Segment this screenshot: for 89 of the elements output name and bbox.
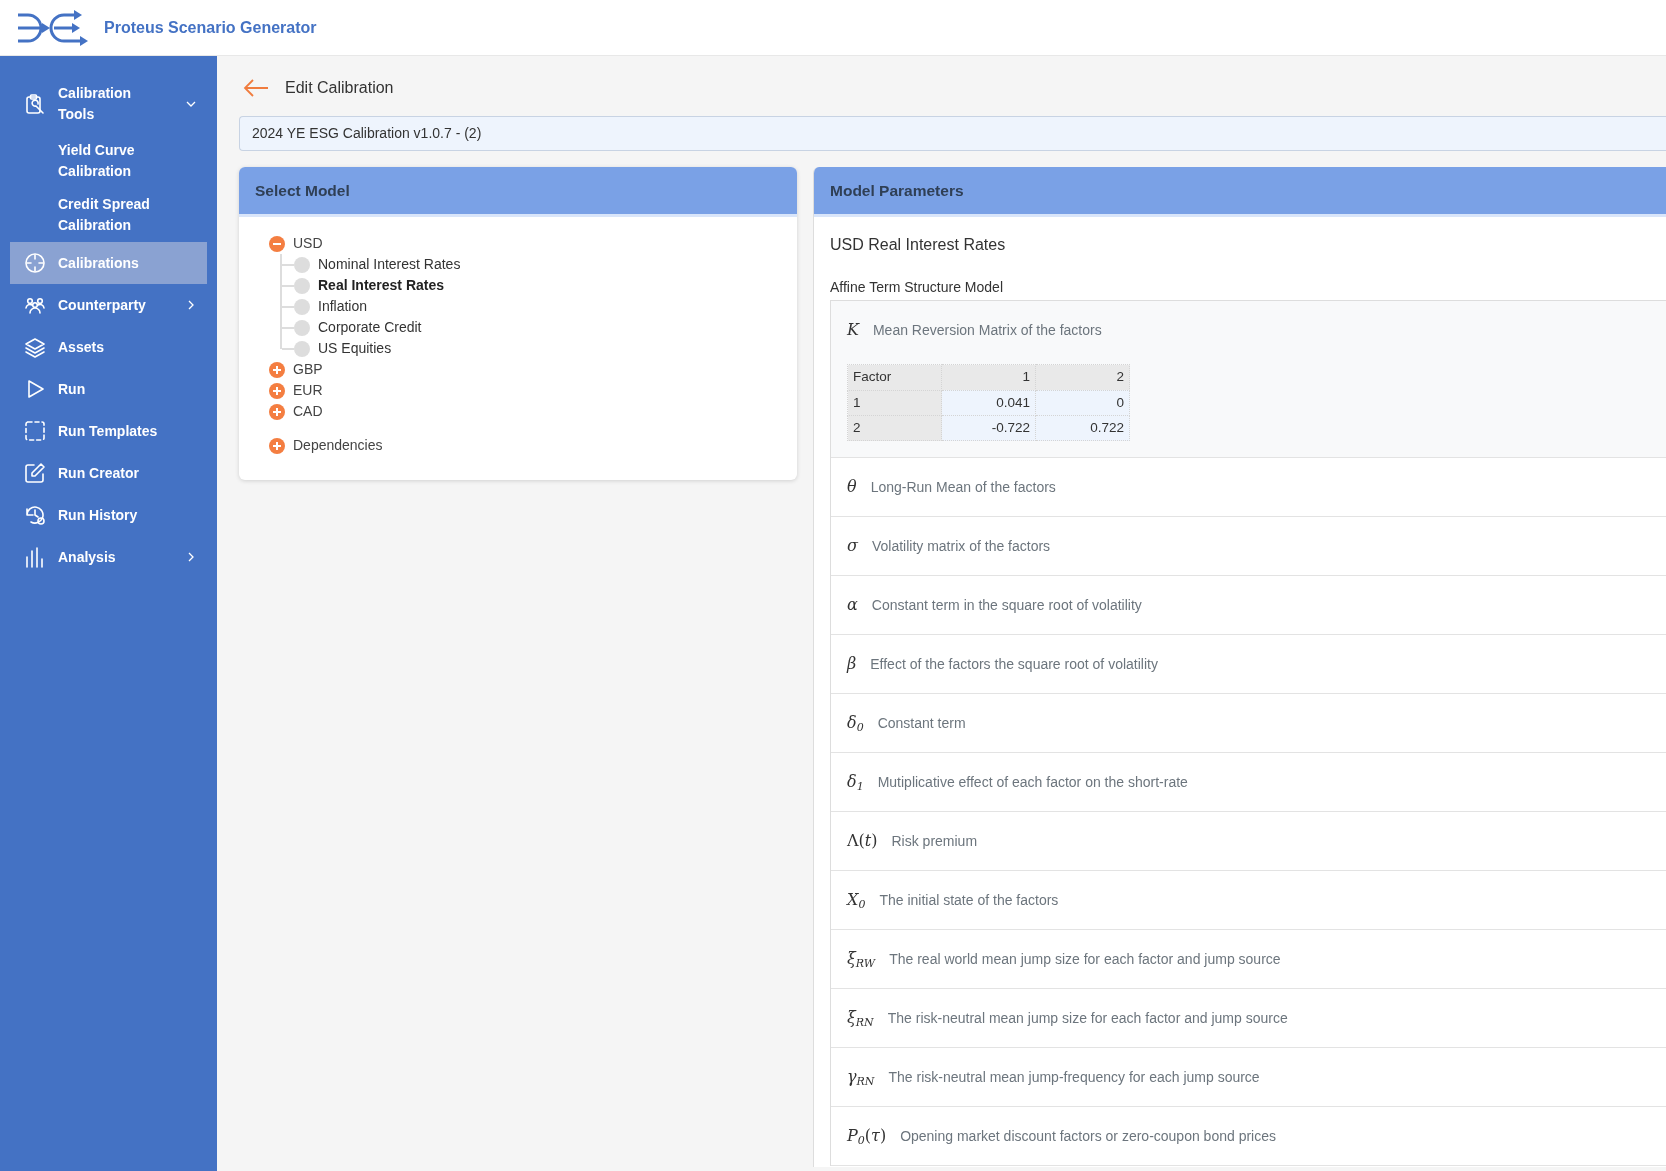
parameter-symbol: ξ$_{RW}$ bbox=[847, 948, 876, 971]
app-title: Proteus Scenario Generator bbox=[104, 17, 317, 38]
sidebar-item[interactable]: Counterparty bbox=[10, 284, 207, 326]
tree-node-label[interactable]: CAD bbox=[293, 401, 323, 423]
calibration-name-field[interactable]: 2024 YE ESG Calibration v1.0.7 - (2) bbox=[239, 116, 1666, 151]
parameter-symbol: θ bbox=[847, 476, 857, 498]
parameter-row[interactable]: θ Long-Run Mean of the factors bbox=[831, 458, 1666, 517]
panel-title: Model Parameters bbox=[814, 167, 1666, 218]
parameter-symbol: δ$_{0}$ bbox=[847, 712, 864, 735]
expand-icon[interactable] bbox=[269, 403, 285, 420]
parameter-symbol: α bbox=[847, 594, 858, 616]
model-name: USD Real Interest Rates bbox=[830, 235, 1007, 256]
tree-node-label[interactable]: Dependencies bbox=[293, 435, 383, 457]
parameter-description: Effect of the factors the square root of volatility bbox=[870, 655, 1158, 674]
parameter-description: Volatility matrix of the factors bbox=[871, 537, 1051, 556]
back-arrow-icon[interactable] bbox=[243, 78, 269, 98]
table-cell: -0.722 bbox=[941, 415, 1036, 441]
parameter-row[interactable]: α Constant term in the square root of volatility bbox=[831, 576, 1666, 635]
parameter-row[interactable]: β Effect of the factors the square root of volatility bbox=[831, 635, 1666, 694]
parameter-row[interactable]: K Mean Reversion Matrix of the factors Factor 1 2 1 0.041 0 2 -0.722 0.722 bbox=[831, 301, 1666, 458]
tree-leaf[interactable]: Real Interest Rates bbox=[318, 275, 445, 297]
parameter-description: Risk premium bbox=[891, 832, 978, 851]
parameter-description: The risk-neutral mean jump-frequency for each jump source bbox=[888, 1068, 1260, 1087]
parameter-description: Constant term in the square root of volatility bbox=[871, 596, 1142, 615]
tree-leaf[interactable]: Corporate Credit bbox=[318, 317, 422, 339]
panel-title: Select Model bbox=[239, 167, 797, 218]
tree-node-label[interactable]: USD bbox=[293, 233, 323, 255]
parameter-description: The real world mean jump size for each factor and jump source bbox=[889, 950, 1281, 969]
table-header: 1 bbox=[941, 364, 1036, 390]
sidebar-item[interactable]: Run bbox=[10, 368, 207, 410]
parameter-row[interactable]: δ$_{0}$ Constant term bbox=[831, 694, 1666, 753]
parameter-row[interactable]: X$_{0}$ The initial state of the factors bbox=[831, 871, 1666, 930]
table-header: Factor bbox=[847, 364, 942, 390]
sidebar-item[interactable]: Run Templates bbox=[10, 410, 207, 452]
sidebar-item[interactable]: Run Creator bbox=[10, 452, 207, 494]
parameter-row[interactable]: δ$_{1}$ Mutiplicative effect of each factor on the short-rate bbox=[831, 753, 1666, 812]
model-type: Affine Term Structure Model bbox=[830, 278, 1004, 298]
parameter-row[interactable]: ξ$_{RN}$ The risk-neutral mean jump size for each factor and jump source bbox=[831, 989, 1666, 1048]
parameter-symbol: γ$_{RN}$ bbox=[847, 1066, 875, 1089]
parameter-description: Mean Reversion Matrix of the factors bbox=[872, 321, 1102, 341]
logo-icon bbox=[16, 8, 88, 47]
sidebar-subitem[interactable]: Credit Spread Calibration bbox=[0, 188, 217, 242]
tree-node-label[interactable]: GBP bbox=[293, 359, 323, 381]
table-header: 2 bbox=[1035, 364, 1130, 390]
parameter-row[interactable]: γ$_{RN}$ The risk-neutral mean jump-frequency for each jump source bbox=[831, 1048, 1666, 1107]
sidebar-item[interactable]: Calibration Tools bbox=[10, 74, 207, 134]
table-cell: 0 bbox=[1035, 390, 1130, 416]
tree-leaf[interactable]: Inflation bbox=[318, 296, 368, 318]
clipboard-wrench-icon bbox=[24, 93, 46, 115]
history-icon bbox=[24, 504, 46, 526]
parameter-description: The initial state of the factors bbox=[879, 891, 1059, 910]
parameter-row[interactable]: Λ(t) Risk premium bbox=[831, 812, 1666, 871]
bar-chart-icon bbox=[24, 546, 46, 568]
crosshair-icon bbox=[24, 252, 46, 274]
tree-leaf[interactable]: Nominal Interest Rates bbox=[318, 254, 461, 276]
sidebar-item[interactable]: Assets bbox=[10, 326, 207, 368]
expand-icon[interactable] bbox=[269, 437, 285, 454]
dashed-square-icon bbox=[24, 420, 46, 442]
table-cell: 1 bbox=[847, 390, 942, 416]
parameter-description: Constant term bbox=[877, 714, 966, 733]
parameter-row[interactable]: P$_{0}$(τ) Opening market discount factors or zero-coupon bond prices bbox=[831, 1107, 1666, 1166]
parameter-symbol: P$_{0}$(τ) bbox=[847, 1125, 887, 1148]
expand-icon[interactable] bbox=[269, 382, 285, 399]
sidebar-item[interactable]: Run History bbox=[10, 494, 207, 536]
parameter-symbol: Λ(t) bbox=[847, 830, 878, 852]
table-cell: 0.041 bbox=[941, 390, 1036, 416]
table-cell: 2 bbox=[847, 415, 942, 441]
tree-leaf[interactable]: US Equities bbox=[318, 338, 392, 360]
layers-icon bbox=[24, 336, 46, 358]
parameter-description: Opening market discount factors or zero-coupon bond prices bbox=[900, 1127, 1276, 1146]
collapse-icon[interactable] bbox=[269, 235, 285, 252]
edit-icon bbox=[24, 462, 46, 484]
parameter-symbol: β bbox=[847, 653, 857, 675]
parameter-symbol: ξ$_{RN}$ bbox=[847, 1007, 874, 1030]
parameter-symbol: σ bbox=[847, 535, 858, 557]
parameter-description: Long-Run Mean of the factors bbox=[870, 478, 1056, 497]
tree-node-label[interactable]: EUR bbox=[293, 380, 323, 402]
parameter-symbol: δ$_{1}$ bbox=[847, 771, 864, 794]
parameter-description: Mutiplicative effect of each factor on the short-rate bbox=[877, 773, 1188, 792]
expand-icon[interactable] bbox=[269, 361, 285, 378]
table-cell: 0.722 bbox=[1035, 415, 1130, 441]
parameter-description: The risk-neutral mean jump size for each factor and jump source bbox=[887, 1009, 1288, 1028]
parameter-row[interactable]: σ Volatility matrix of the factors bbox=[831, 517, 1666, 576]
page-title: Edit Calibration bbox=[285, 78, 394, 98]
parameter-symbol: X$_{0}$ bbox=[847, 889, 866, 912]
sidebar-item[interactable]: Analysis bbox=[10, 536, 207, 578]
sidebar-subitem[interactable]: Yield Curve Calibration bbox=[0, 134, 217, 188]
parameter-row[interactable]: ξ$_{RW}$ The real world mean jump size for each factor and jump source bbox=[831, 930, 1666, 989]
parameter-symbol: K bbox=[847, 319, 859, 342]
